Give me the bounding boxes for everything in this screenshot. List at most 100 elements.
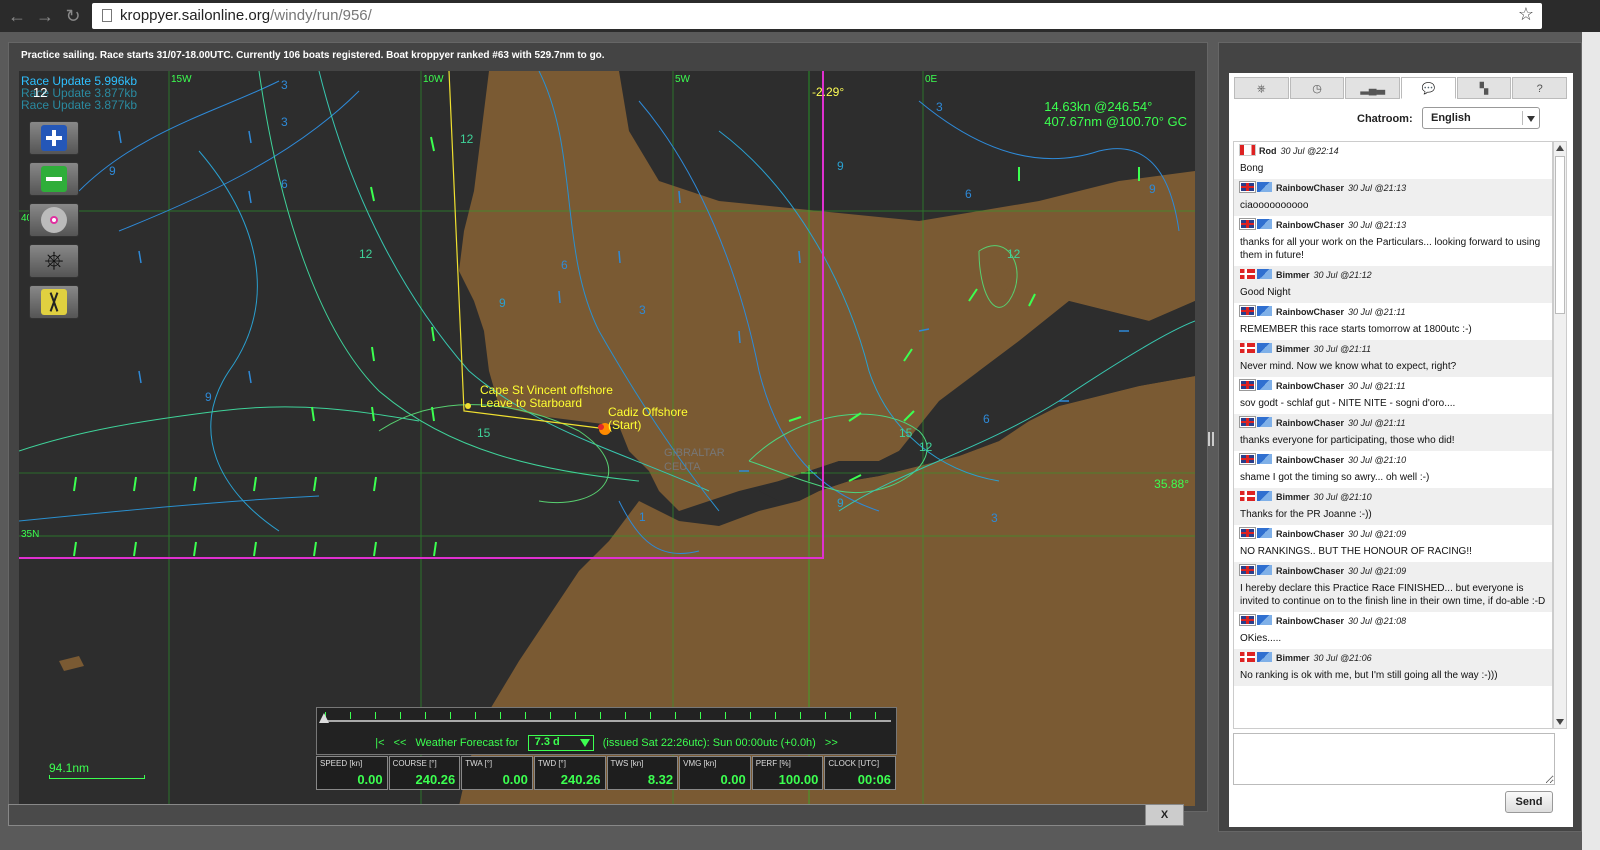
message-text: OKies..... [1240,633,1282,644]
timeline-tick [800,712,801,719]
instrument-value: 0.00 [502,772,528,787]
cape-st-vincent-label[interactable]: Cape St Vincent offshore Leave to Starbo… [480,384,613,410]
message-author[interactable]: RainbowChaser [1276,307,1344,317]
speed-readout-line2: 407.67nm @100.70° GC [1044,114,1187,129]
helm-button[interactable]: ⎈ [29,244,79,278]
tab-flag[interactable]: ▚ [1456,77,1512,99]
svg-text:3: 3 [991,511,998,525]
side-panel: ⎈ ◷ ▂▄▃ 💬 ▚? Chatroom: English Rod 30 Jul @22… [1218,42,1582,832]
message-time: 30 Jul @21:10 [1313,492,1372,502]
tab-helm[interactable]: ⎈ [1234,77,1289,99]
message-author[interactable]: RainbowChaser [1276,381,1344,391]
message-author[interactable]: Bimmer [1276,653,1310,663]
svg-text:3: 3 [936,100,943,114]
chat-input[interactable] [1233,733,1555,785]
instrument-7: CLOCK [UTC] 00:06 [824,756,896,790]
message-author[interactable]: RainbowChaser [1276,418,1344,428]
country-flag-icon [1239,181,1256,193]
message-author[interactable]: RainbowChaser [1276,616,1344,626]
message-time: 30 Jul @22:14 [1280,146,1339,156]
message-author[interactable]: Bimmer [1276,344,1310,354]
race-status-line: Practice sailing. Race starts 31/07-18.0… [21,50,605,61]
chevron-down-icon [579,739,590,747]
club-flag-icon [1257,269,1272,279]
rewind-start-button[interactable]: |< [375,737,384,749]
forward-arrow-icon[interactable]: → [34,5,56,27]
zoom-out-button[interactable] [29,162,79,196]
club-flag-icon [1257,306,1272,316]
message-header: Rod 30 Jul @22:14 [1239,144,1546,159]
timeline-tick [475,712,476,719]
reload-icon[interactable]: ↻ [62,5,84,27]
svg-text:9: 9 [837,496,844,510]
chat-messages[interactable]: Rod 30 Jul @22:14 Bong RainbowChaser 30 Jul … [1233,141,1553,729]
svg-text:12: 12 [460,132,474,146]
forecast-select[interactable]: 7.3 d [527,735,594,751]
club-flag-icon [1257,182,1272,192]
grid-label-5w: 5W [675,74,690,85]
race-map[interactable]: 9 9 6 3 3 12 12 9 6 3 9 3 6 12 9 15 15 1… [19,71,1195,806]
message-author[interactable]: RainbowChaser [1276,529,1344,539]
bookmark-star-icon[interactable]: ☆ [1518,4,1534,25]
message-author[interactable]: RainbowChaser [1276,220,1344,230]
center-boat-button[interactable] [29,203,79,237]
grid-label-10w: 10W [423,74,444,85]
timeline-tick [625,712,626,719]
message-header: RainbowChaser 30 Jul @21:11 [1239,379,1546,394]
timeline-tick [675,712,676,719]
grid-label-0e: 0E [925,74,938,85]
compass-icon [41,207,67,233]
scroll-up-icon[interactable] [1556,145,1564,151]
timeline-thumb[interactable] [319,713,329,723]
country-flag-icon [1239,218,1256,230]
grid-label-15w: 15W [171,74,192,85]
rewind-button[interactable]: << [394,737,407,749]
message-text: REMEMBER this race starts tomorrow at 18… [1240,324,1472,335]
chat-message: RainbowChaser 30 Jul @21:13 ciaoooooooooo [1234,179,1552,216]
tab-chat-bubble[interactable]: 💬 [1401,77,1456,99]
tab-help[interactable]: ? [1512,77,1568,99]
message-header: RainbowChaser 30 Jul @21:10 [1239,453,1546,468]
svg-text:3: 3 [639,303,646,317]
scale-label: 94.1nm [49,761,90,775]
close-button[interactable]: X [1145,805,1183,825]
send-button[interactable]: Send [1505,791,1553,813]
page-scrollbar[interactable] [1582,32,1600,850]
timeline-tick [350,712,351,719]
message-header: RainbowChaser 30 Jul @21:13 [1239,181,1546,196]
instrument-value: 0.00 [720,772,746,787]
message-text: Never mind. Now we know what to expect, … [1240,361,1457,372]
message-author[interactable]: Bimmer [1276,492,1310,502]
tab-leaderboard[interactable]: ▂▄▃ [1345,77,1401,99]
forward-button[interactable]: >> [825,737,838,749]
club-flag-icon [1257,652,1272,662]
panel-splitter[interactable] [1208,432,1214,446]
instrument-value: 240.26 [560,772,601,787]
message-author[interactable]: Bimmer [1276,270,1310,280]
message-author[interactable]: Rod [1259,146,1277,156]
scroll-thumb[interactable] [1555,156,1565,314]
sail-tool-button[interactable] [29,285,79,319]
zoom-in-button[interactable] [29,121,79,155]
help-icon: ? [1536,83,1543,95]
cadiz-start-label[interactable]: Cadiz Offshore (Start) [608,406,688,432]
message-author[interactable]: RainbowChaser [1276,566,1344,576]
chatroom-select[interactable]: English [1422,107,1540,129]
chat-message: Rod 30 Jul @22:14 Bong [1234,142,1552,179]
forecast-label: Weather Forecast for [415,737,519,749]
url-path: /windy/run/956/ [270,7,372,24]
scroll-down-icon[interactable] [1556,719,1564,725]
timeline-slider[interactable] [323,720,891,722]
address-bar[interactable]: kroppyer.sailonline.org/windy/run/956/ ☆ [92,3,1542,29]
forecast-issued: (issued Sat 22:26utc): Sun 00:00utc (+0.… [602,737,816,749]
tab-clock[interactable]: ◷ [1289,77,1345,99]
timeline-tick [725,712,726,719]
message-header: RainbowChaser 30 Jul @21:09 [1239,564,1546,579]
back-arrow-icon[interactable]: ← [6,5,28,27]
message-header: RainbowChaser 30 Jul @21:09 [1239,527,1546,542]
country-flag-icon [1239,614,1256,626]
country-flag-icon [1239,527,1256,539]
chat-scrollbar[interactable] [1553,141,1567,729]
message-author[interactable]: RainbowChaser [1276,455,1344,465]
message-author[interactable]: RainbowChaser [1276,183,1344,193]
